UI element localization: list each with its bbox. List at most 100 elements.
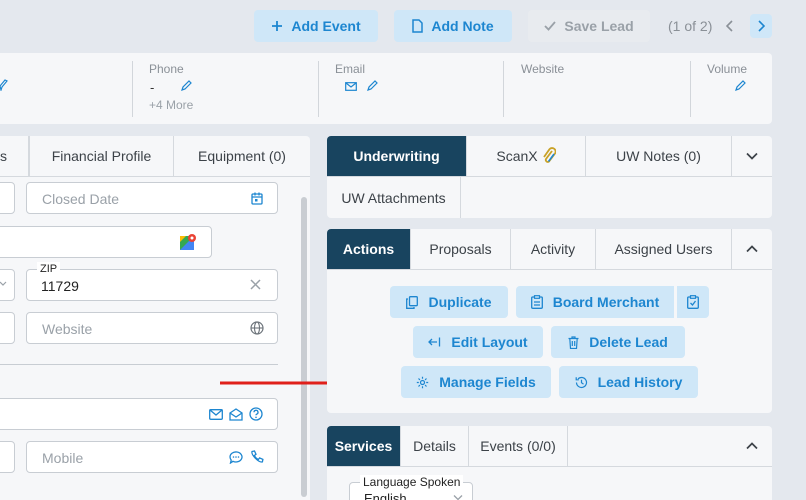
website-label: Website <box>521 62 565 76</box>
language-spoken-select[interactable]: Language Spoken English <box>349 475 473 500</box>
mobile-input[interactable]: Mobile <box>26 441 278 473</box>
info-divider <box>318 61 319 117</box>
address-input[interactable] <box>0 226 212 258</box>
website-input[interactable]: Website <box>26 312 278 344</box>
closed-date-input[interactable]: Closed Date <box>26 182 278 214</box>
tab-underwriting[interactable]: Underwriting <box>327 136 467 176</box>
phone-icon[interactable] <box>250 450 264 464</box>
clear-icon[interactable] <box>250 279 261 290</box>
email-input[interactable] <box>0 398 278 430</box>
tab-services[interactable]: Services <box>327 426 401 466</box>
tab-uw-attachments[interactable]: UW Attachments <box>327 177 461 218</box>
mail-icon[interactable] <box>209 408 223 420</box>
edit-layout-button[interactable]: Edit Layout <box>413 326 543 358</box>
calendar-icon[interactable] <box>251 192 263 205</box>
add-note-button[interactable]: Add Note <box>394 10 512 42</box>
chevron-left-icon <box>726 20 733 32</box>
edit-volume-icon[interactable] <box>734 80 746 92</box>
tab-uw-notes[interactable]: UW Notes (0) <box>586 136 732 176</box>
email-icon[interactable] <box>345 82 357 91</box>
chevron-down-icon <box>0 280 7 288</box>
tab-actions[interactable]: Actions <box>327 229 411 269</box>
board-merchant-button[interactable]: Board Merchant <box>516 286 674 318</box>
email-label: Email <box>335 62 366 76</box>
duplicate-label: Duplicate <box>428 294 492 310</box>
language-spoken-label: Language Spoken <box>360 475 464 489</box>
duplicate-button[interactable]: Duplicate <box>390 286 508 318</box>
tab-proposals[interactable]: Proposals <box>411 229 511 269</box>
state-select[interactable] <box>0 269 15 301</box>
form-scrollbar[interactable] <box>301 197 307 497</box>
partial-field[interactable] <box>0 182 15 214</box>
phone-more-link[interactable]: +4 More <box>149 98 193 112</box>
copy-icon <box>406 295 419 309</box>
actions-collapse-button[interactable] <box>732 229 772 269</box>
zip-value: 11729 <box>41 278 79 294</box>
history-icon <box>575 376 587 388</box>
sms-icon[interactable] <box>229 450 243 464</box>
tab-financial-profile[interactable]: Financial Profile <box>29 136 174 176</box>
tab-assigned-users-label: Assigned Users <box>614 241 713 257</box>
globe-icon <box>250 321 264 335</box>
info-divider <box>690 61 691 117</box>
underwriting-panel: Underwriting ScanX UW Notes (0) UW Attac… <box>327 136 772 218</box>
lead-history-button[interactable]: Lead History <box>559 366 698 398</box>
phone-label: Phone <box>149 62 184 76</box>
arrow-left-bar-icon <box>428 337 441 347</box>
mail-open-icon[interactable] <box>229 407 243 421</box>
services-collapse-button[interactable] <box>732 426 772 466</box>
chevron-right-icon <box>758 20 765 32</box>
lead-history-label: Lead History <box>597 374 683 390</box>
tab-scanx-label: ScanX <box>496 148 538 164</box>
chevron-down-icon <box>746 152 758 160</box>
chevron-down-icon <box>453 494 463 500</box>
website-placeholder: Website <box>42 321 93 337</box>
tab-details[interactable]: Details <box>401 426 469 466</box>
check-icon <box>544 21 557 31</box>
tab-actions-label: Actions <box>342 241 395 257</box>
tab-assigned-users[interactable]: Assigned Users <box>596 229 732 269</box>
tab-scanx[interactable]: ScanX <box>467 136 586 176</box>
tab-previous[interactable]: s <box>0 136 29 176</box>
phone-value: - <box>150 80 155 95</box>
previous-lead-button[interactable] <box>719 14 741 38</box>
add-event-button[interactable]: Add Event <box>254 10 378 42</box>
tab-details-label: Details <box>413 438 456 454</box>
plus-icon <box>272 21 283 31</box>
edit-email-icon[interactable] <box>366 80 378 92</box>
manage-fields-button[interactable]: Manage Fields <box>401 366 551 398</box>
tab-proposals-label: Proposals <box>429 241 492 257</box>
board-merchant-label: Board Merchant <box>552 294 660 310</box>
language-spoken-value: English <box>364 491 407 500</box>
partial-field[interactable] <box>0 312 15 344</box>
help-icon[interactable] <box>249 407 263 421</box>
tab-divider <box>327 269 772 270</box>
tab-divider <box>327 466 772 467</box>
tab-underwriting-label: Underwriting <box>353 148 440 164</box>
google-maps-icon[interactable] <box>179 233 197 251</box>
save-lead-button[interactable]: Save Lead <box>528 10 650 42</box>
tab-equipment-label: Equipment (0) <box>198 148 286 164</box>
partial-field[interactable] <box>0 441 15 473</box>
delete-lead-button[interactable]: Delete Lead <box>551 326 685 358</box>
uw-collapse-button[interactable] <box>732 136 772 176</box>
zip-label: ZIP <box>37 262 61 276</box>
tab-services-label: Services <box>334 438 393 454</box>
next-lead-button[interactable] <box>750 14 772 38</box>
edit-pencil-icon[interactable] <box>0 79 8 91</box>
mobile-actions <box>229 450 264 464</box>
chevron-up-icon <box>746 442 758 450</box>
closed-date-placeholder: Closed Date <box>42 191 120 207</box>
tab-equipment[interactable]: Equipment (0) <box>174 136 310 176</box>
tab-uw-notes-label: UW Notes (0) <box>616 148 701 164</box>
mobile-placeholder: Mobile <box>42 450 84 466</box>
edit-phone-icon[interactable] <box>180 80 192 92</box>
board-merchant-options-button[interactable] <box>677 286 709 318</box>
tab-activity[interactable]: Activity <box>511 229 596 269</box>
email-actions <box>209 407 263 421</box>
zip-input[interactable]: ZIP 11729 <box>26 262 278 301</box>
tab-events[interactable]: Events (0/0) <box>469 426 568 466</box>
manage-fields-label: Manage Fields <box>439 374 536 390</box>
add-event-label: Add Event <box>291 18 361 34</box>
edit-layout-label: Edit Layout <box>451 334 528 350</box>
